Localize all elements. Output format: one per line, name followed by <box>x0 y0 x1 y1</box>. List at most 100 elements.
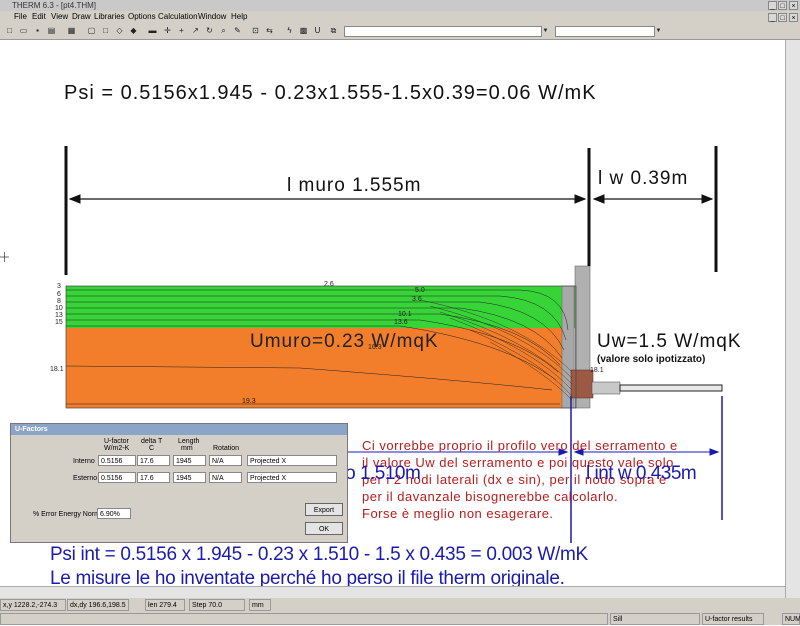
zoom-icon[interactable]: ⌕ <box>218 25 229 36</box>
maximize-button[interactable]: □ <box>778 1 787 10</box>
flip-icon[interactable]: ⇆ <box>264 25 275 36</box>
dxdy-readout: dx,dy 196.6,198.5 <box>67 599 129 611</box>
length-header: Length <box>178 438 200 445</box>
move-icon[interactable]: ✛ <box>162 25 173 36</box>
info-icon[interactable]: ⧉ <box>328 25 339 36</box>
ufactors-dialog: U-Factors U-factor W/m2-K delta T C Leng… <box>10 423 348 543</box>
status-strip: Sill U-factor results NUM <box>0 612 800 625</box>
chevron-down-icon-2[interactable]: ▼ <box>653 26 664 37</box>
export-button[interactable]: Export <box>305 503 343 516</box>
num-indicator: NUM <box>782 613 800 625</box>
scale-label: 18.1 <box>50 366 64 373</box>
window-title: THERM 6.3 - [pt4.THM] <box>12 1 97 10</box>
ufactor-value: 0.5156 <box>98 455 136 466</box>
psi-int-formula: Psi int = 0.5156 x 1.945 - 0.23 x 1.510 … <box>50 544 588 565</box>
menu-options[interactable]: Options <box>128 11 156 23</box>
menu-draw[interactable]: Draw <box>72 11 91 23</box>
chevron-down-icon[interactable]: ▼ <box>540 26 551 37</box>
menu-file[interactable]: File <box>14 11 27 23</box>
menu-libraries[interactable]: Libraries <box>94 11 125 23</box>
step-readout: Step 70.0 <box>189 599 245 611</box>
red-note-line: per il davanzale bisognerebbe calcolarlo… <box>362 489 619 504</box>
ok-button[interactable]: OK <box>305 522 343 535</box>
error-label: % Error Energy Norm <box>33 511 100 518</box>
doc-minimize-button[interactable]: _ <box>768 13 777 22</box>
menu-view[interactable]: View <box>51 11 68 23</box>
rotation-value: N/A <box>209 455 242 466</box>
l-muro-label: l muro 1.555m <box>287 175 422 196</box>
u-w-label: Uw=1.5 W/mqK <box>597 331 742 352</box>
new-file-icon[interactable]: □ <box>4 25 15 36</box>
menu-edit[interactable]: Edit <box>32 11 46 23</box>
open-file-icon[interactable]: ▭ <box>18 25 29 36</box>
material-selector[interactable] <box>344 26 542 37</box>
fill-icon[interactable]: ◆ <box>128 25 139 36</box>
deltat-value: 17.6 <box>137 472 170 483</box>
doc-close-button[interactable]: × <box>789 13 798 22</box>
rectangle-icon[interactable]: □ <box>100 25 111 36</box>
material-icon[interactable]: ▬ <box>147 25 158 36</box>
rotate-icon[interactable]: ↻ <box>204 25 215 36</box>
isotherm-label: 13.6 <box>394 319 408 326</box>
row-name: Esterno <box>73 475 98 482</box>
scale-label: 15 <box>55 319 63 326</box>
doc-restore-button[interactable]: □ <box>778 13 787 22</box>
point-icon[interactable]: + <box>176 25 187 36</box>
deltat-header: delta T <box>141 438 163 445</box>
red-note-line: Ci vorrebbe proprio il profilo vero del … <box>362 438 678 453</box>
ufactor-unit: W/m2-K <box>104 445 130 452</box>
vertical-scrollbar[interactable] <box>785 40 800 598</box>
isotherm-label: 3.6 <box>412 296 422 303</box>
results-icon[interactable]: ▩ <box>298 25 309 36</box>
lightning-icon[interactable]: ϟ <box>284 25 295 36</box>
ufactor-header: U-factor <box>104 438 129 445</box>
grid-icon[interactable]: ▦ <box>66 25 77 36</box>
rotation-value: N/A <box>209 472 242 483</box>
mode-results: U-factor results <box>702 613 764 625</box>
scale-label: 10 <box>55 305 63 312</box>
pencil-icon[interactable]: ✎ <box>232 25 243 36</box>
deltat-unit: C <box>149 445 155 452</box>
arrow-icon[interactable]: ↗ <box>190 25 201 36</box>
menu-window[interactable]: Window <box>198 11 226 23</box>
length-value: 1945 <box>173 455 206 466</box>
isotherm-label: 5.0 <box>415 287 425 294</box>
polygon-icon[interactable]: ◇ <box>114 25 125 36</box>
scale-label: 3 <box>57 283 61 290</box>
frame-profile <box>570 369 594 399</box>
sill-block <box>591 381 621 395</box>
dialog-title: U-Factors <box>11 424 347 435</box>
save-icon[interactable]: ▪ <box>32 25 43 36</box>
rotation-header: Rotation <box>213 445 240 452</box>
menu-calculation[interactable]: Calculation <box>158 11 198 23</box>
status-bar: x,y 1228.2,-274.3 dx,dy 196.6,198.5 len … <box>0 598 800 612</box>
len-readout: len 279.4 <box>145 599 185 611</box>
toolbar: □ ▭ ▪ ▤ ▦ ▢ □ ◇ ◆ ▬ ✛ + ↗ ↻ ⌕ ✎ ⊡ ⇆ ϟ ▩ … <box>0 23 800 40</box>
horizontal-scrollbar[interactable] <box>0 586 785 598</box>
l-w-label: l w 0.39m <box>598 168 689 189</box>
red-note-line: Forse è meglio non esagerare. <box>362 506 554 521</box>
deltat-value: 17.6 <box>137 455 170 466</box>
minimize-button[interactable]: _ <box>768 1 777 10</box>
error-value: 6.90% <box>97 508 131 519</box>
unit-readout: mm <box>249 599 271 611</box>
boundary-icon[interactable]: ⊡ <box>250 25 261 36</box>
scale-label: 13 <box>55 312 63 319</box>
menu-help[interactable]: Help <box>231 11 247 23</box>
ufactor-icon[interactable]: U <box>312 25 323 36</box>
close-button[interactable]: × <box>789 1 798 10</box>
dimension-lines <box>64 146 718 275</box>
select-icon[interactable]: ▢ <box>86 25 97 36</box>
isotherm-label: 18.1 <box>590 367 604 374</box>
print-icon[interactable]: ▤ <box>46 25 57 36</box>
l-int-w-label: l int w 0.435m <box>586 463 697 484</box>
projection-select[interactable]: Projected X <box>247 472 337 483</box>
scale-label: 8 <box>57 298 61 305</box>
menu-bar: File Edit View Draw Libraries Options Ca… <box>0 11 800 23</box>
u-w-note: (valore solo ipotizzato) <box>597 354 706 365</box>
projection-select[interactable]: Projected X <box>247 455 337 466</box>
coords-readout: x,y 1228.2,-274.3 <box>0 599 66 611</box>
scale-label: 6 <box>57 291 61 298</box>
mode-sill: Sill <box>610 613 700 625</box>
boundary-selector[interactable] <box>555 26 655 37</box>
